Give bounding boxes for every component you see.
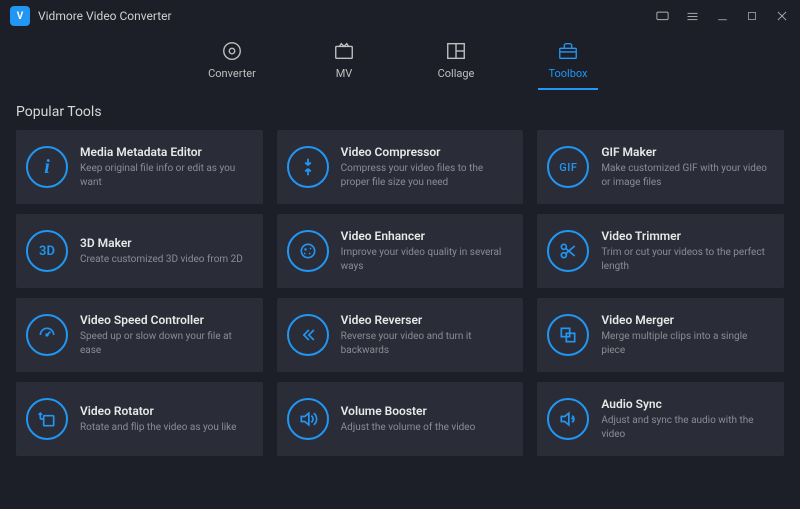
- card-desc: Adjust and sync the audio with the video: [601, 414, 772, 441]
- collage-icon: [445, 40, 467, 62]
- card-text: Video Enhancer Improve your video quality…: [341, 229, 512, 273]
- tool-card-rotate[interactable]: Video Rotator Rotate and flip the video a…: [16, 382, 263, 456]
- tool-card-compress[interactable]: Video Compressor Compress your video file…: [277, 130, 524, 204]
- card-text: Audio Sync Adjust and sync the audio with…: [601, 397, 772, 441]
- card-text: Video Compressor Compress your video file…: [341, 145, 512, 189]
- card-title: Video Trimmer: [601, 229, 772, 243]
- card-title: Video Reverser: [341, 313, 512, 327]
- card-title: Volume Booster: [341, 404, 512, 418]
- card-text: GIF Maker Make customized GIF with your v…: [601, 145, 772, 189]
- tab-converter[interactable]: Converter: [202, 38, 262, 90]
- card-text: Video Trimmer Trim or cut your videos to …: [601, 229, 772, 273]
- card-text: Media Metadata Editor Keep original file …: [80, 145, 251, 189]
- card-desc: Rotate and flip the video as you like: [80, 421, 251, 435]
- volume-icon: [287, 398, 329, 440]
- tool-card-sync[interactable]: Audio Sync Adjust and sync the audio with…: [537, 382, 784, 456]
- card-title: GIF Maker: [601, 145, 772, 159]
- merge-icon: [547, 314, 589, 356]
- menu-icon[interactable]: [684, 8, 700, 24]
- card-text: Video Merger Merge multiple clips into a …: [601, 313, 772, 357]
- card-desc: Make customized GIF with your video or i…: [601, 162, 772, 189]
- window-controls: [654, 8, 790, 24]
- close-icon[interactable]: [774, 8, 790, 24]
- tab-collage[interactable]: Collage: [426, 38, 486, 90]
- card-title: Video Rotator: [80, 404, 251, 418]
- toolbox-icon: [557, 40, 579, 62]
- tabbar: Converter MV Collage Toolbox: [0, 32, 800, 90]
- main: Popular Tools i Media Metadata Editor Keep…: [0, 90, 800, 464]
- card-text: Video Rotator Rotate and flip the video a…: [80, 404, 251, 435]
- trim-icon: [547, 230, 589, 272]
- card-desc: Trim or cut your videos to the perfect l…: [601, 246, 772, 273]
- card-title: Media Metadata Editor: [80, 145, 251, 159]
- card-desc: Merge multiple clips into a single piece: [601, 330, 772, 357]
- tool-card-enhance[interactable]: Video Enhancer Improve your video quality…: [277, 214, 524, 288]
- tool-card-speed[interactable]: Video Speed Controller Speed up or slow d…: [16, 298, 263, 372]
- tab-label: MV: [336, 67, 353, 80]
- card-desc: Speed up or slow down your file at ease: [80, 330, 251, 357]
- title-left: V Vidmore Video Converter: [10, 6, 172, 26]
- enhance-icon: [287, 230, 329, 272]
- gif-icon: GIF: [547, 146, 589, 188]
- rotate-icon: [26, 398, 68, 440]
- tool-card-3d[interactable]: 3D 3D Maker Create customized 3D video fro…: [16, 214, 263, 288]
- card-desc: Keep original file info or edit as you w…: [80, 162, 251, 189]
- app-logo-icon: V: [10, 6, 30, 26]
- tool-card-trim[interactable]: Video Trimmer Trim or cut your videos to …: [537, 214, 784, 288]
- tab-label: Toolbox: [548, 67, 587, 80]
- card-title: Video Compressor: [341, 145, 512, 159]
- info-icon: i: [26, 146, 68, 188]
- tool-grid: i Media Metadata Editor Keep original file…: [16, 130, 784, 456]
- speed-icon: [26, 314, 68, 356]
- card-desc: Adjust the volume of the video: [341, 421, 512, 435]
- section-title: Popular Tools: [16, 104, 784, 120]
- tool-card-volume[interactable]: Volume Booster Adjust the volume of the v…: [277, 382, 524, 456]
- card-desc: Create customized 3D video from 2D: [80, 253, 251, 267]
- card-desc: Compress your video files to the proper …: [341, 162, 512, 189]
- mv-icon: [333, 40, 355, 62]
- card-title: 3D Maker: [80, 236, 251, 250]
- tool-card-gif[interactable]: GIF GIF Maker Make customized GIF with you…: [537, 130, 784, 204]
- tool-card-info[interactable]: i Media Metadata Editor Keep original file…: [16, 130, 263, 204]
- minimize-icon[interactable]: [714, 8, 730, 24]
- card-text: 3D Maker Create customized 3D video from …: [80, 236, 251, 267]
- card-desc: Improve your video quality in several wa…: [341, 246, 512, 273]
- card-text: Volume Booster Adjust the volume of the v…: [341, 404, 512, 435]
- tab-label: Converter: [208, 67, 256, 80]
- 3d-icon: 3D: [26, 230, 68, 272]
- tab-label: Collage: [438, 67, 475, 80]
- tab-toolbox[interactable]: Toolbox: [538, 38, 598, 90]
- feedback-icon[interactable]: [654, 8, 670, 24]
- app-title: Vidmore Video Converter: [38, 9, 172, 23]
- tab-mv[interactable]: MV: [314, 38, 374, 90]
- tool-card-merge[interactable]: Video Merger Merge multiple clips into a …: [537, 298, 784, 372]
- card-desc: Reverse your video and turn it backwards: [341, 330, 512, 357]
- card-text: Video Speed Controller Speed up or slow d…: [80, 313, 251, 357]
- sync-icon: [547, 398, 589, 440]
- maximize-icon[interactable]: [744, 8, 760, 24]
- card-title: Video Speed Controller: [80, 313, 251, 327]
- tool-card-reverse[interactable]: Video Reverser Reverse your video and tur…: [277, 298, 524, 372]
- titlebar: V Vidmore Video Converter: [0, 0, 800, 32]
- card-title: Video Enhancer: [341, 229, 512, 243]
- compress-icon: [287, 146, 329, 188]
- card-text: Video Reverser Reverse your video and tur…: [341, 313, 512, 357]
- reverse-icon: [287, 314, 329, 356]
- card-title: Audio Sync: [601, 397, 772, 411]
- card-title: Video Merger: [601, 313, 772, 327]
- converter-icon: [221, 40, 243, 62]
